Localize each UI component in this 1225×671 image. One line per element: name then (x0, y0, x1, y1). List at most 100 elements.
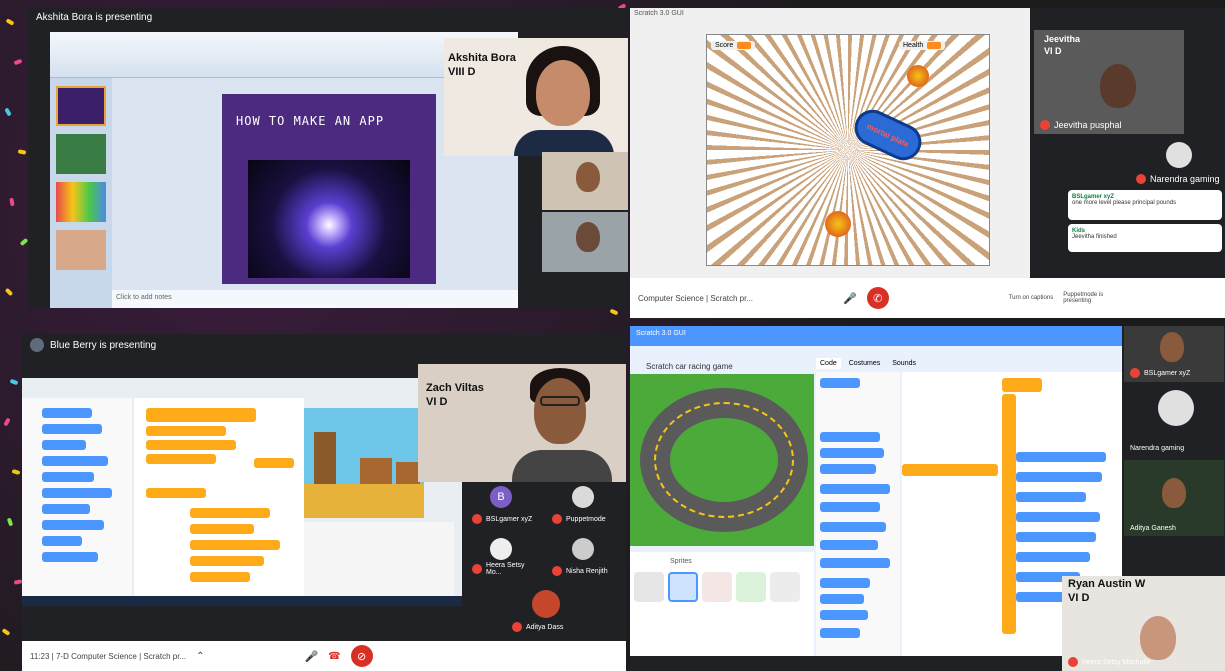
hut-2 (396, 462, 420, 484)
mic-off-icon (472, 514, 482, 524)
scratch-window: Scratch 3.0 GUI Scratch car racing game … (630, 326, 1122, 656)
presenter-icon (30, 338, 44, 352)
avatar (1158, 390, 1194, 426)
speaker-name: Ryan Austin W (1068, 578, 1146, 590)
mic-off-icon (1130, 368, 1140, 378)
window-title: Scratch 3.0 GUI (636, 330, 686, 337)
participant-tile-4: Nisha Renjith (546, 536, 626, 580)
taskbar (22, 596, 462, 606)
fireball-bottom (825, 211, 851, 237)
fireball-top (907, 65, 929, 87)
sprite-thumb-1[interactable] (634, 572, 664, 602)
avatar (490, 538, 512, 560)
speaker-video: Akshita Bora VIII D (444, 38, 628, 156)
race-track (640, 388, 808, 532)
end-call-button[interactable]: ✆ (866, 287, 889, 309)
meet-panel-top-right: Scratch 3.0 GUI Score Health mortal plat… (630, 8, 1225, 318)
sprite-pane (304, 522, 454, 606)
thumb-3[interactable] (56, 182, 106, 222)
sprite-thumb-5[interactable] (770, 572, 800, 602)
speaker-class: VI D (426, 396, 448, 408)
block-palette (816, 372, 900, 656)
thumb-4[interactable] (56, 230, 106, 270)
mic-off-icon (1068, 657, 1078, 667)
speaker-face (536, 60, 590, 126)
presenting-text: Blue Berry is presenting (50, 339, 157, 351)
meet-control-bar: Computer Science | Scratch pr... 🎤 ✆ Tur… (630, 278, 1225, 318)
participant-tile-3: Aditya Ganesh (1124, 460, 1224, 536)
speaker-name: Akshita Bora (448, 52, 516, 64)
avatar (1166, 142, 1192, 168)
participant-tile-3: Heera Setsy Mo... (466, 536, 542, 580)
sprite-text: mortal plate (865, 121, 911, 149)
speaker-class: VI D (1044, 46, 1062, 56)
block-palette (22, 398, 132, 606)
speaker-video: Jeevitha VI D Jeevitha pusphal (1034, 30, 1184, 134)
participant-tile-2: Narendra gaming (1124, 386, 1224, 456)
speaker-class: VI D (1068, 592, 1090, 604)
tab-code[interactable]: Code (816, 358, 841, 369)
hangup-icon[interactable]: ☎ (328, 651, 340, 662)
thumb-2[interactable] (56, 134, 106, 174)
speaker-video: Ryan Austin W VI D Heera Setsy Mochaile (1062, 576, 1225, 671)
meet-panel-top-left: Akshita Bora is presenting HOW TO MAKE A… (28, 8, 628, 308)
stage (304, 408, 424, 518)
scratch-window: Scratch 3.0 GUI Score Health mortal plat… (630, 8, 1030, 278)
project-title[interactable]: Scratch car racing game (646, 362, 733, 371)
stage (630, 374, 814, 546)
avatar (532, 590, 560, 618)
participant-tile-1: BSLgamer xyZ (1124, 326, 1224, 382)
sprite-thumb-3[interactable] (702, 572, 732, 602)
infield (670, 418, 778, 502)
meeting-title: 11:23 | 7-D Computer Science | Scratch p… (30, 651, 187, 661)
mic-off-icon (472, 564, 482, 574)
chat-text: Jeevitha finished (1072, 234, 1117, 240)
participant-column: BSLgamer xyZ Narendra gaming Aditya Gane… (1122, 326, 1225, 576)
window-title: Scratch 3.0 GUI (634, 10, 684, 17)
participant-tile: Narendra gaming (1130, 138, 1225, 188)
avatar (572, 538, 594, 560)
slide-image (248, 160, 410, 278)
stage: Score Health mortal plate (706, 34, 990, 266)
collage: Akshita Bora is presenting HOW TO MAKE A… (0, 0, 1225, 671)
sprites-label: Sprites (670, 558, 692, 565)
meeting-title: Computer Science | Scratch pr... (638, 293, 754, 303)
slide-thumbnails (50, 78, 112, 308)
avatar: B (490, 486, 512, 508)
tab-sounds[interactable]: Sounds (888, 358, 920, 369)
speaker-video: Zach Viltas VI D (418, 364, 626, 482)
participant-tile-1: B BSLgamer xyZ (466, 484, 542, 528)
mic-button[interactable]: 🎤 (843, 292, 857, 305)
mic-off-icon (552, 566, 562, 576)
participant-tile-2: Puppetmode (546, 484, 626, 528)
participant-tile-1 (542, 152, 628, 210)
present-button[interactable]: Puppetmode is presenting (1063, 292, 1123, 304)
script-area (134, 398, 304, 606)
mic-button[interactable]: 🎤 (304, 650, 318, 663)
tab-costumes[interactable]: Costumes (845, 358, 885, 369)
participant-tile-5: Aditya Dass (506, 588, 586, 636)
thumb-1[interactable] (56, 86, 106, 126)
mic-off-icon (1040, 120, 1050, 130)
end-call-button[interactable]: ⊘ (350, 645, 373, 667)
sprite-plate: mortal plate (848, 103, 928, 167)
participant-tile-2 (542, 212, 628, 272)
slide-title: HOW TO MAKE AN APP (236, 114, 385, 128)
captions-button[interactable]: Turn on captions (1009, 295, 1053, 301)
presenting-banner: Akshita Bora is presenting (28, 8, 628, 26)
meet-panel-bottom-left: Blue Berry is presenting Zach Viltas VI … (22, 334, 626, 671)
health-display: Health (899, 41, 946, 50)
participant-grid: B BSLgamer xyZ Puppetmode Heera Setsy Mo… (462, 484, 626, 636)
side-column: Jeevitha VI D Jeevitha pusphal Narendra … (1030, 8, 1225, 278)
sprite-thumb-2[interactable] (668, 572, 698, 602)
chat-message-1: BSLgamer xyZ one more level please princ… (1068, 190, 1222, 220)
chevron-up-icon[interactable]: ⌃ (196, 651, 204, 662)
speaker-tile-label: Jeevitha pusphal (1040, 120, 1122, 130)
hut-1 (360, 458, 392, 484)
tabs: Code Costumes Sounds (816, 358, 920, 369)
notes-area[interactable]: Click to add notes (112, 290, 518, 308)
mic-off-icon (1136, 174, 1146, 184)
score-display: Score (711, 41, 756, 50)
sprite-thumb-4[interactable] (736, 572, 766, 602)
chat-message-2: Kids Jeevitha finished (1068, 224, 1222, 252)
